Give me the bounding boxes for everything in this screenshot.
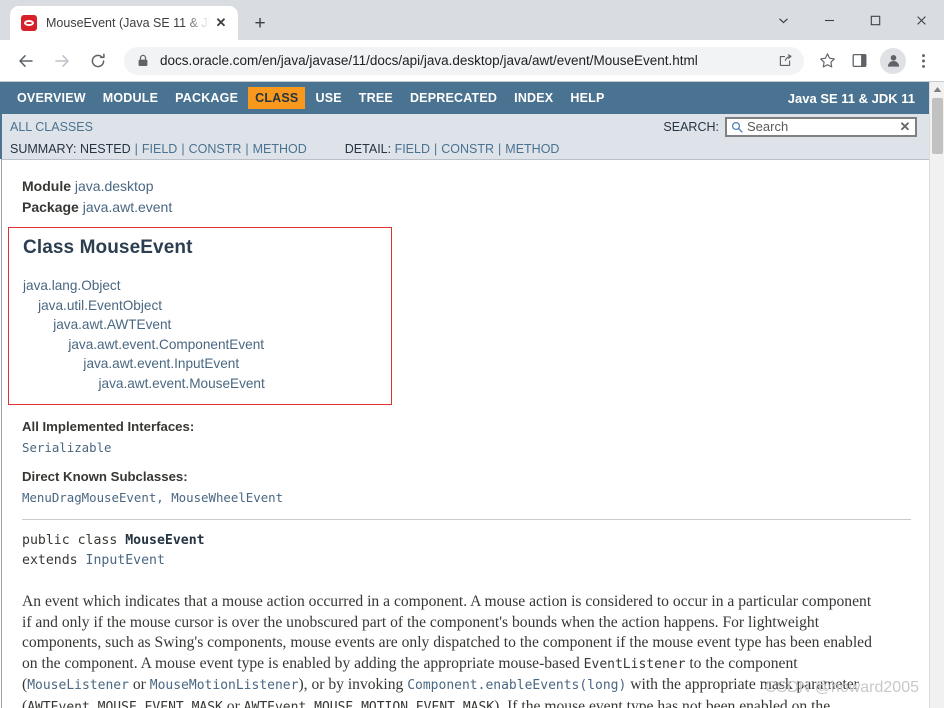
minimize-icon[interactable] (806, 4, 852, 36)
module-line: Module java.desktop (22, 176, 911, 197)
inheritance-level-current: java.awt.event.MouseEvent (23, 375, 265, 391)
summary-nested: NESTED (79, 142, 131, 156)
detail-label: DETAIL: (344, 142, 392, 156)
known-subclasses-value[interactable]: MenuDragMouseEvent, MouseWheelEvent (22, 490, 911, 505)
inheritance-level[interactable]: java.util.EventObject (23, 296, 379, 316)
declaration-superclass[interactable]: InputEvent (86, 553, 165, 568)
window-close-icon[interactable] (898, 4, 944, 36)
window-controls (760, 0, 944, 40)
declaration-extends-keyword: extends (22, 553, 86, 568)
search-placeholder-text: Search (747, 118, 789, 134)
summary-label: SUMMARY: (10, 142, 77, 156)
module-label: Module (22, 178, 71, 194)
search-input[interactable]: Search ✕ (725, 116, 917, 137)
declaration-modifiers: public class (22, 533, 126, 548)
known-subclasses-title: Direct Known Subclasses: (22, 469, 188, 484)
package-label: Package (22, 199, 79, 215)
browser-toolbar: docs.oracle.com/en/java/javase/11/docs/a… (0, 40, 944, 81)
scrollbar-thumb[interactable] (932, 98, 943, 154)
new-tab-button[interactable]: + (246, 9, 274, 37)
tab-strip: MouseEvent (Java SE 11 & JDK ✕ + (0, 0, 944, 40)
divider: | (498, 142, 502, 156)
nav-module[interactable]: MODULE (96, 87, 165, 109)
javadoc-content: Module java.desktop Package java.awt.eve… (0, 160, 929, 708)
declaration-class-name: MouseEvent (125, 533, 205, 548)
divider: | (181, 142, 185, 156)
package-line: Package java.awt.event (22, 197, 911, 218)
bookmark-star-icon[interactable] (812, 47, 842, 75)
page-scrollbar[interactable] (929, 82, 944, 708)
class-header-highlight-box: Class MouseEvent java.lang.Object java.u… (8, 227, 392, 405)
search-label: SEARCH: (663, 119, 719, 134)
lock-icon (137, 54, 151, 67)
about-language: Java SE 11 & JDK 11 (787, 90, 915, 106)
divider: | (134, 142, 138, 156)
scroll-up-icon[interactable] (930, 82, 944, 97)
forward-icon (48, 47, 76, 75)
detail-field[interactable]: FIELD (395, 142, 430, 156)
address-bar[interactable]: docs.oracle.com/en/java/javase/11/docs/a… (124, 46, 804, 75)
javadoc-top-navigation: OVERVIEW MODULE PACKAGE CLASS USE TREE D… (0, 82, 929, 114)
nav-deprecated[interactable]: DEPRECATED (403, 87, 504, 109)
inheritance-level[interactable]: java.lang.Object (23, 276, 379, 296)
page-title: Class MouseEvent (23, 237, 193, 258)
nav-overview[interactable]: OVERVIEW (10, 87, 93, 109)
divider: | (434, 142, 438, 156)
class-declaration: public class MouseEvent extends InputEve… (22, 531, 911, 571)
nav-tree[interactable]: TREE (352, 87, 400, 109)
reload-icon[interactable] (84, 47, 112, 75)
page-viewport: OVERVIEW MODULE PACKAGE CLASS USE TREE D… (0, 81, 944, 708)
all-classes-link[interactable]: ALL CLASSES (10, 120, 93, 134)
package-value[interactable]: java.awt.event (83, 199, 173, 215)
divider: | (245, 142, 249, 156)
nav-use[interactable]: USE (308, 87, 348, 109)
summary-method[interactable]: METHOD (253, 142, 307, 156)
class-description: An event which indicates that a mouse ac… (22, 593, 872, 708)
nav-index[interactable]: INDEX (507, 87, 560, 109)
detail-method[interactable]: METHOD (505, 142, 559, 156)
nav-class[interactable]: CLASS (248, 87, 306, 109)
inheritance-level[interactable]: java.awt.event.InputEvent (23, 354, 379, 374)
tab-title: MouseEvent (Java SE 11 & JDK (46, 16, 210, 30)
search-clear-icon[interactable]: ✕ (898, 119, 912, 135)
side-panel-icon[interactable] (844, 47, 874, 75)
inheritance-tree: java.lang.Object java.util.EventObject j… (23, 276, 379, 393)
page-left-edge-accent (0, 82, 2, 159)
chevron-down-icon[interactable] (760, 4, 806, 36)
close-icon[interactable]: ✕ (212, 14, 230, 32)
implemented-interfaces-title: All Implemented Interfaces: (22, 419, 195, 434)
search-icon (730, 120, 743, 133)
summary-field[interactable]: FIELD (142, 142, 177, 156)
module-value[interactable]: java.desktop (75, 178, 154, 194)
javadoc-page: OVERVIEW MODULE PACKAGE CLASS USE TREE D… (0, 82, 929, 708)
implemented-interfaces-value[interactable]: Serializable (22, 440, 911, 455)
share-icon[interactable] (772, 48, 798, 74)
nav-help[interactable]: HELP (563, 87, 611, 109)
back-icon[interactable] (12, 47, 40, 75)
maximize-icon[interactable] (852, 4, 898, 36)
inheritance-level[interactable]: java.awt.AWTEvent (23, 315, 379, 335)
browser-window: MouseEvent (Java SE 11 & JDK ✕ + docs.or… (0, 0, 944, 708)
page-left-edge (0, 82, 2, 708)
javadoc-sub-navigation: ALL CLASSES SEARCH: Search ✕ SUMMARY: NE… (0, 114, 929, 160)
search-area: SEARCH: Search ✕ (663, 114, 917, 139)
browser-tab[interactable]: MouseEvent (Java SE 11 & JDK ✕ (10, 6, 238, 40)
url-text[interactable]: docs.oracle.com/en/java/javase/11/docs/a… (160, 47, 772, 75)
browser-menu-icon[interactable] (910, 47, 936, 75)
oracle-favicon (21, 15, 37, 31)
summary-constr[interactable]: CONSTR (189, 142, 242, 156)
nav-package[interactable]: PACKAGE (168, 87, 245, 109)
profile-avatar[interactable] (880, 47, 906, 74)
divider (22, 519, 911, 520)
detail-constr[interactable]: CONSTR (441, 142, 494, 156)
inheritance-level[interactable]: java.awt.event.ComponentEvent (23, 335, 379, 355)
